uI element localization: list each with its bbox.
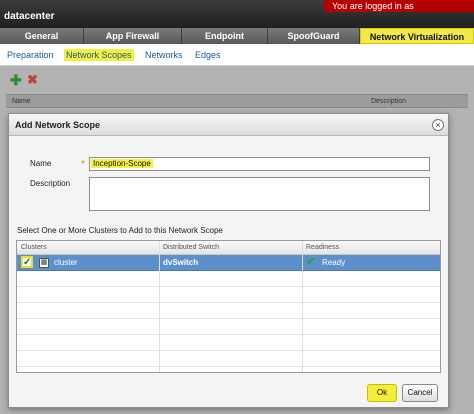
description-field[interactable] [89, 177, 430, 211]
empty-row [17, 287, 440, 303]
empty-row [17, 303, 440, 319]
subnav-network-scopes[interactable]: Network Scopes [64, 49, 134, 61]
top-banner: You are logged in as datacenter [0, 0, 474, 28]
clusters-grid: Clusters Distributed Switch Readiness ✓ … [16, 240, 441, 373]
col-clusters[interactable]: Clusters [21, 243, 47, 253]
table-row[interactable]: ✓ ▦ cluster dvSwitch ✔ Ready [17, 255, 440, 271]
add-network-scope-dialog: Add Network Scope × Name * Inception-Sco… [8, 113, 449, 408]
background-table-header: Name Description [6, 94, 468, 108]
dialog-titlebar: Add Network Scope × [9, 114, 448, 136]
tab-endpoint[interactable]: Endpoint [182, 28, 268, 44]
plus-icon[interactable]: ✚ [10, 73, 22, 87]
col-readiness[interactable]: Readiness [306, 243, 339, 253]
ok-button[interactable]: Ok [367, 384, 397, 402]
cluster-name: cluster [54, 258, 78, 267]
empty-row [17, 335, 440, 351]
subnav-edges[interactable]: Edges [195, 49, 221, 61]
cluster-icon: ▦ [39, 258, 49, 268]
close-icon[interactable]: × [432, 119, 444, 131]
background-col-name: Name [12, 98, 31, 105]
checkmark-icon: ✔ [306, 256, 316, 268]
name-field-value: Inception-Scope [91, 159, 153, 168]
page-title: datacenter [4, 11, 55, 22]
cancel-button[interactable]: Cancel [402, 384, 438, 402]
subnav-preparation[interactable]: Preparation [7, 49, 54, 61]
empty-row [17, 351, 440, 367]
description-label: Description [30, 179, 71, 188]
x-icon[interactable]: ✖ [27, 73, 38, 87]
clusters-prompt: Select One or More Clusters to Add to th… [17, 226, 223, 235]
col-distributed-switch[interactable]: Distributed Switch [163, 243, 219, 253]
name-label: Name [30, 159, 52, 168]
empty-row [17, 271, 440, 287]
readiness-status: Ready [322, 258, 346, 267]
clusters-grid-header: Clusters Distributed Switch Readiness [17, 241, 440, 255]
dialog-title: Add Network Scope [15, 120, 101, 130]
logged-in-notice: You are logged in as [324, 0, 474, 12]
empty-row [17, 319, 440, 335]
tab-network-virtualization[interactable]: Network Virtualization [360, 28, 474, 44]
tab-spoofguard[interactable]: SpoofGuard [268, 28, 360, 44]
background-col-description: Description [371, 98, 407, 105]
subnav-networks[interactable]: Networks [145, 49, 183, 61]
main-tab-bar: General App Firewall Endpoint SpoofGuard… [0, 28, 474, 44]
name-field[interactable]: Inception-Scope [89, 157, 430, 171]
tab-general[interactable]: General [0, 28, 84, 44]
column-divider [302, 241, 303, 372]
switch-name: dvSwitch [163, 258, 199, 267]
column-divider [159, 241, 160, 372]
cluster-checkbox[interactable]: ✓ [21, 256, 33, 268]
tab-app-firewall[interactable]: App Firewall [84, 28, 182, 44]
required-marker: * [81, 159, 85, 170]
sub-nav: Preparation Network Scopes Networks Edge… [0, 44, 474, 66]
